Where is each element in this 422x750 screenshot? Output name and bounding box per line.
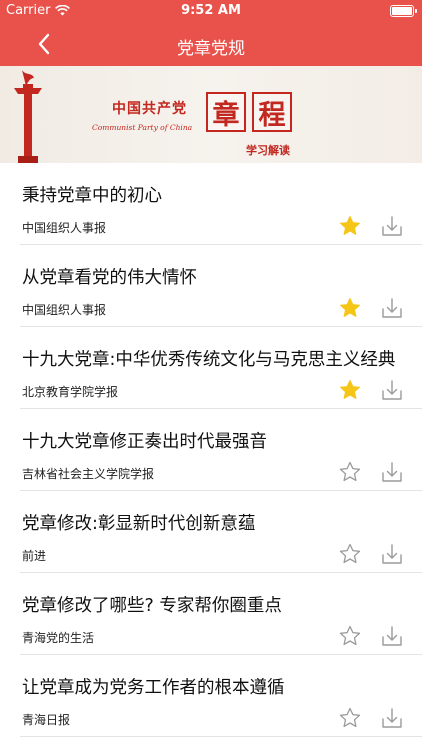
status-time: 9:52 AM [181,3,241,18]
download-icon[interactable] [380,542,404,566]
list-item[interactable]: 党章修改了哪些? 专家帮你圈重点青海党的生活 [20,573,422,655]
list-item[interactable]: 党章修改:彰显新时代创新意蕴前进 [20,491,422,573]
star-outline-icon[interactable] [338,624,362,648]
download-icon[interactable] [380,706,404,730]
nav-bar: 党章党规 [0,22,422,66]
article-list: 秉持党章中的初心 中国组织人事报 从党章看党的伟大情怀 中国组织人事报 十九大党章:中华… [0,163,422,737]
battery-icon [390,5,417,17]
status-bar: Carrier 9:52 AM [0,0,422,22]
page-title: 党章党规 [177,39,245,59]
banner-char-zhang: 章 [206,92,246,132]
star-outline-icon[interactable] [338,460,362,484]
article-source: 吉林省社会主义学院学报 [22,467,155,481]
article-title: 十九大党章:中华优秀传统文化与马克思主义经典 [22,350,396,370]
article-title: 从党章看党的伟大情怀 [22,268,197,288]
party-name-english: Communist Party of China [92,123,193,132]
article-source: 北京教育学院学报 [22,385,119,399]
download-icon[interactable] [380,378,404,402]
star-filled-icon[interactable] [338,296,362,320]
party-name-chinese: 中国共产党 [112,101,187,117]
article-source: 中国组织人事报 [22,303,107,317]
article-source: 中国组织人事报 [22,221,107,235]
list-item[interactable]: 十九大党章修正奏出时代最强音吉林省社会主义学院学报 [20,409,422,491]
star-filled-icon[interactable] [338,378,362,402]
article-title: 党章修改了哪些? 专家帮你圈重点 [22,596,282,616]
list-item[interactable]: 从党章看党的伟大情怀中国组织人事报 [20,245,422,327]
download-icon[interactable] [380,214,404,238]
article-title: 让党章成为党务工作者的根本遵循 [22,678,285,698]
list-item[interactable]: 秉持党章中的初心中国组织人事报 [20,163,422,245]
banner: 中国共产党 Communist Party of China 章 程 学习解读 [0,66,422,163]
header: Carrier 9:52 AM 党章党规 [0,0,422,66]
article-source: 前进 [22,549,47,563]
article-source: 青海日报 [22,713,71,727]
article-source: 青海党的生活 [22,631,95,645]
article-title: 党章修改:彰显新时代创新意蕴 [22,514,256,534]
star-outline-icon[interactable] [338,706,362,730]
list-item[interactable]: 让党章成为党务工作者的根本遵循青海日报 [20,655,422,737]
download-icon[interactable] [380,296,404,320]
download-icon[interactable] [380,624,404,648]
star-filled-icon[interactable] [338,214,362,238]
list-item[interactable]: 十九大党章:中华优秀传统文化与马克思主义经典北京教育学院学报 [20,327,422,409]
banner-char-cheng: 程 [252,92,292,132]
star-outline-icon[interactable] [338,542,362,566]
article-title: 秉持党章中的初心 [22,186,162,206]
huabiao-pillar-icon [14,70,42,163]
download-icon[interactable] [380,460,404,484]
banner-subtitle: 学习解读 [246,144,290,157]
article-title: 十九大党章修正奏出时代最强音 [22,432,267,452]
